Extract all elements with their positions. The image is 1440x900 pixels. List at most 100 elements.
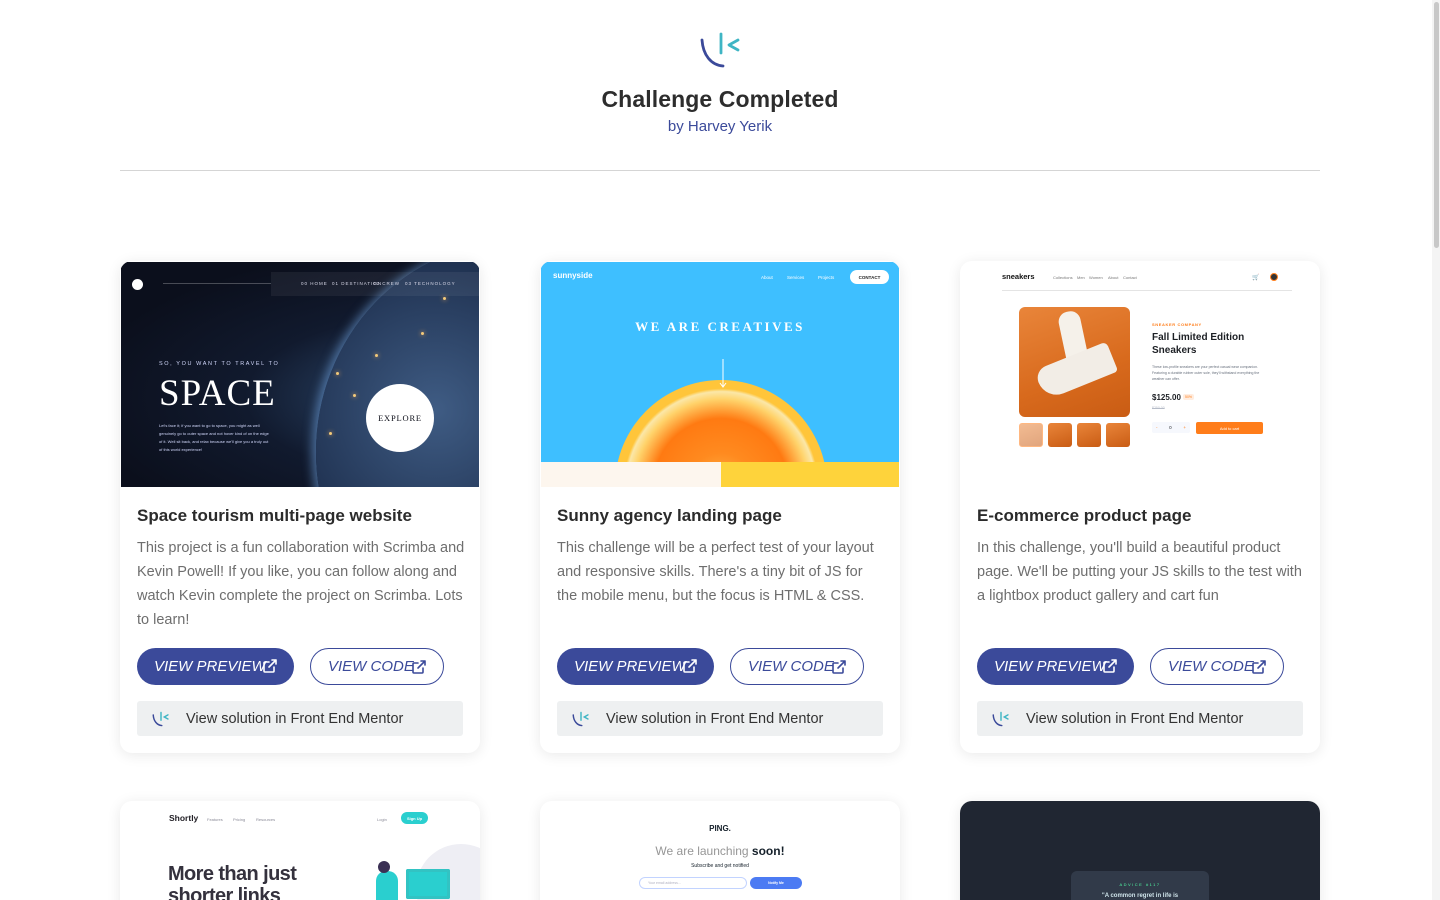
ecommerce-screenshot: sneakers Collections Men Women About Con… — [961, 262, 1319, 487]
project-card-sunny-agency: sunnyside About Services Projects CONTAC… — [540, 261, 900, 753]
frontend-mentor-icon — [152, 711, 169, 726]
card-title: Sunny agency landing page — [557, 506, 782, 525]
old-price: $250.00 — [1152, 406, 1165, 410]
sunny-agency-screenshot: sunnyside About Services Projects CONTAC… — [541, 262, 899, 487]
view-preview-label: VIEW PREVIEW — [154, 658, 266, 675]
city-light — [443, 297, 446, 300]
front-end-mentor-label: View solution in Front End Mentor — [606, 710, 824, 727]
illustration-person — [376, 871, 398, 900]
discount-badge: 50% — [1183, 394, 1195, 400]
space-nav-item: 02 CREW — [373, 281, 401, 286]
headline-prefix: We are launching — [655, 844, 752, 858]
page-header: Challenge Completed by Harvey Yerik — [120, 0, 1320, 171]
sunny-headline: WE ARE CREATIVES — [635, 319, 805, 334]
sunny-contact-button: CONTACT — [850, 270, 889, 284]
external-link-icon — [683, 659, 697, 673]
view-preview-button[interactable]: VIEW PREVIEW — [977, 648, 1134, 685]
front-end-mentor-link[interactable]: View solution in Front End Mentor — [137, 701, 463, 736]
scrollbar-thumb[interactable] — [1434, 2, 1439, 248]
view-preview-button[interactable]: VIEW PREVIEW — [557, 648, 714, 685]
quantity-stepper: - 0 + — [1152, 422, 1190, 433]
external-link-icon — [263, 659, 277, 673]
external-link-icon — [832, 660, 846, 674]
space-logo-icon — [132, 279, 143, 290]
nav-divider — [163, 283, 271, 284]
shortly-nav-item: Features — [207, 817, 223, 822]
view-code-label: VIEW CODE — [328, 658, 414, 675]
sneak-nav-item: Collections — [1053, 275, 1073, 280]
space-explore-button: EXPLORE — [366, 384, 434, 452]
sunny-nav-item: About — [761, 275, 773, 280]
space-tourism-screenshot: 00 HOME 01 DESTINATION 02 CREW 03 TECHNO… — [121, 262, 479, 487]
nav-divider — [1002, 290, 1292, 291]
product-thumbnail — [1048, 423, 1072, 447]
external-link-icon — [412, 660, 426, 674]
ping-subtext: Subscribe and get notified — [691, 863, 749, 869]
quantity-value: 0 — [1169, 425, 1172, 430]
cart-icon: 🛒 — [1252, 275, 1260, 281]
front-end-mentor-link[interactable]: View solution in Front End Mentor — [977, 701, 1303, 736]
project-card-space-tourism: 00 HOME 01 DESTINATION 02 CREW 03 TECHNO… — [120, 261, 480, 753]
company-label: SNEAKER COMPANY — [1152, 322, 1202, 327]
ping-email-field: Your email address... — [639, 877, 747, 889]
arrow-down-icon — [719, 359, 727, 388]
sneak-nav-item: Contact — [1123, 275, 1137, 280]
view-preview-label: VIEW PREVIEW — [994, 658, 1106, 675]
page-title: Challenge Completed — [601, 86, 839, 112]
product-thumbnail — [1077, 423, 1101, 447]
front-end-mentor-label: View solution in Front End Mentor — [1026, 710, 1244, 727]
advice-quote: "A common regret in life is — [1101, 893, 1179, 899]
view-code-label: VIEW CODE — [1168, 658, 1254, 675]
card-description: This challenge will be a perfect test of… — [557, 540, 874, 604]
front-end-mentor-label: View solution in Front End Mentor — [186, 710, 404, 727]
view-code-label: VIEW CODE — [748, 658, 834, 675]
avatar — [1270, 273, 1278, 281]
city-light — [329, 432, 332, 435]
shortly-logo: Shortly — [169, 813, 199, 823]
shortly-nav-item: Resources — [256, 817, 276, 822]
view-code-button[interactable]: VIEW CODE — [730, 648, 864, 685]
view-code-button[interactable]: VIEW CODE — [1150, 648, 1284, 685]
card-description: In this challenge, you'll build a beauti… — [977, 540, 1302, 604]
page-scrollbar[interactable] — [1432, 0, 1440, 900]
view-preview-button[interactable]: VIEW PREVIEW — [137, 648, 294, 685]
sneak-nav-item: Women — [1089, 275, 1103, 280]
section-strip-yellow — [721, 462, 899, 487]
view-code-button[interactable]: VIEW CODE — [310, 648, 444, 685]
author-byline: by Harvey Yerik — [667, 118, 773, 135]
project-card-ecommerce: sneakers Collections Men Women About Con… — [960, 261, 1320, 753]
space-kicker: SO, YOU WANT TO TRAVEL TO — [159, 361, 280, 367]
sneak-nav-item: About — [1108, 275, 1119, 280]
section-strip-cream — [541, 462, 721, 487]
sneakers-logo: sneakers — [1002, 272, 1035, 281]
card-description: This project is a fun collaboration with… — [137, 540, 465, 628]
product-thumbnail — [1106, 423, 1130, 447]
view-preview-label: VIEW PREVIEW — [574, 658, 686, 675]
card-title: Space tourism multi-page website — [137, 506, 412, 525]
frontend-mentor-icon — [992, 711, 1009, 726]
city-light — [375, 354, 378, 357]
external-link-icon — [1103, 659, 1117, 673]
project-card-ping: PING. We are launching soon! Subscribe a… — [540, 801, 900, 900]
product-description: These low-profile sneakers are your perf… — [1152, 365, 1260, 381]
sunny-nav-item: Projects — [818, 275, 835, 280]
headline-line-1: More than just — [168, 863, 297, 885]
city-light — [336, 372, 339, 375]
sneak-nav-item: Men — [1077, 275, 1085, 280]
illustration-head — [378, 861, 390, 873]
shortly-login: Login — [377, 817, 387, 822]
front-end-mentor-link[interactable]: View solution in Front End Mentor — [557, 701, 883, 736]
ping-notify-button: Notify Me — [750, 877, 802, 889]
space-lede: Let's face it; if you want to go to spac… — [159, 423, 269, 452]
headline-line-2: shorter links — [168, 885, 281, 900]
add-to-cart-button: Add to cart — [1196, 422, 1263, 434]
frontend-mentor-logo-icon — [700, 32, 740, 68]
space-nav-item: 03 TECHNOLOGY — [405, 281, 456, 286]
plus-icon: + — [1183, 425, 1186, 430]
city-light — [353, 394, 356, 397]
project-card-shortly: Shortly Features Pricing Resources Login… — [120, 801, 480, 900]
shortly-nav-item: Pricing — [233, 817, 246, 822]
ping-headline: We are launching soon! — [540, 844, 900, 858]
card-title: E-commerce product page — [977, 506, 1192, 525]
space-nav-item: 00 HOME — [301, 281, 328, 286]
